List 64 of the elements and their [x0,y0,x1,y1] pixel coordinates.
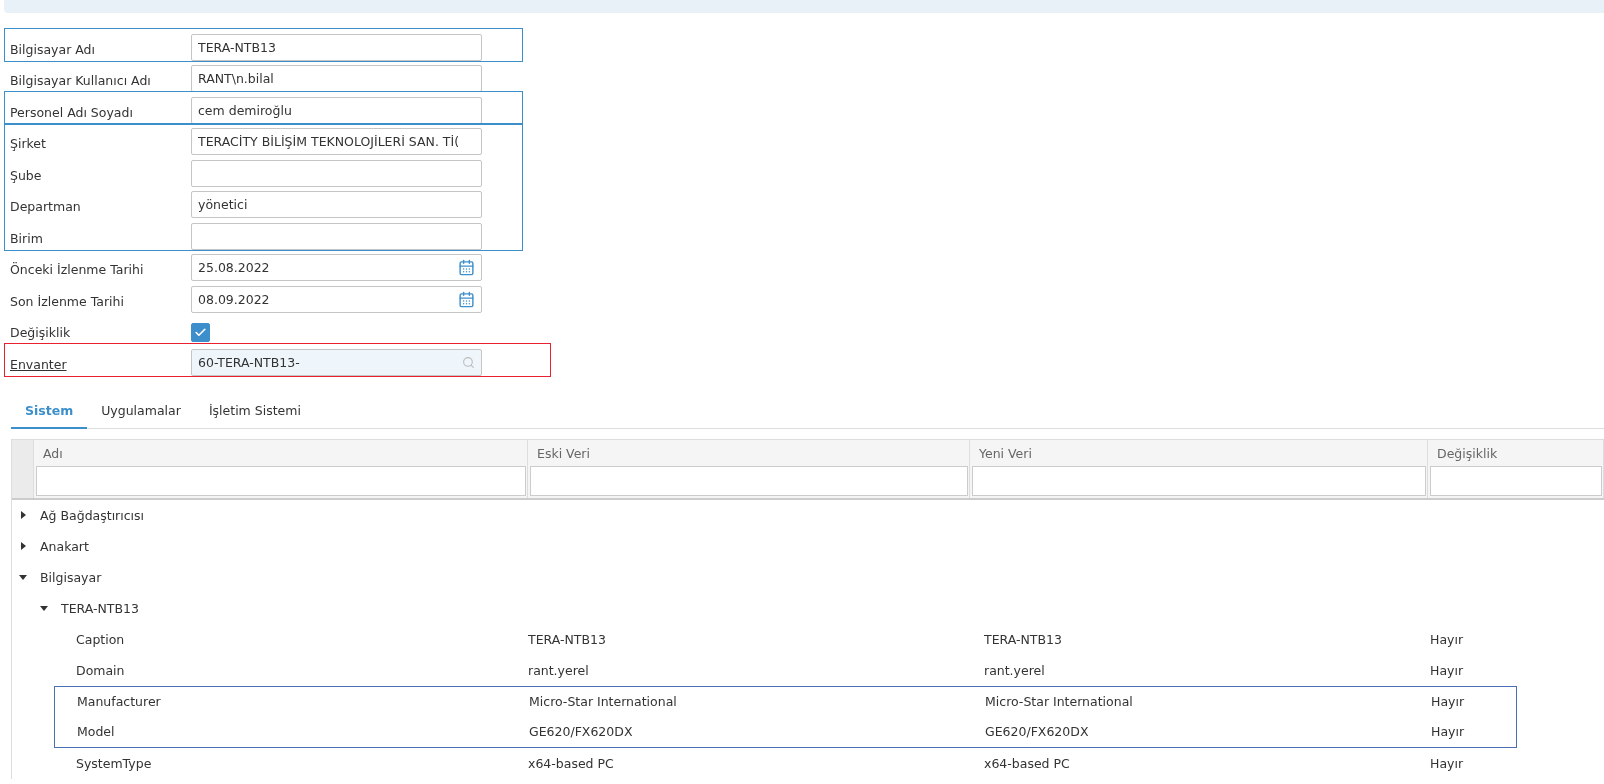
date-field[interactable]: 25.08.2022 [191,254,482,281]
field-label: Önceki İzlenme Tarihi [10,262,145,279]
date-field[interactable]: 08.09.2022 [191,285,482,313]
field-label: Şube [10,167,43,185]
tab[interactable]: Uygulamalar [87,396,195,429]
table-cell-text: TERA-NTB13 [984,631,1063,647]
property-name: Caption [75,631,126,647]
column-header: Adı [42,444,64,463]
table-cell-text: Micro-Star International [985,694,1134,709]
caret-down-icon[interactable] [19,573,27,581]
table-cell-text: rant.yerel [528,662,590,678]
input-field[interactable]: yönetici [191,191,482,218]
table-cell-text: Hayır [1431,694,1466,709]
tab[interactable]: Sistem [11,396,88,429]
tree-node[interactable]: Ağ Bağdaştırıcısı [40,507,145,523]
lookup-field[interactable]: 60-TERA-NTB13- [191,348,482,376]
tree-node[interactable]: TERA-NTB13 [61,600,139,616]
filter-field[interactable] [36,465,526,496]
field-label: Bilgisayar Kullanıcı Adı [10,73,152,90]
table-cell-text: Hayır [1430,662,1465,678]
column-header: Değişiklik [1436,444,1499,463]
field-label: Bilgisayar Adı [10,41,96,59]
tree-node[interactable]: Anakart [40,538,89,554]
table-cell-text: x64-based PC [984,755,1071,771]
field-label: Departman [10,199,82,216]
tab[interactable]: İşletim Sistemi [194,396,315,429]
tree-node[interactable]: Bilgisayar [40,569,102,585]
field-label: Personel Adı Soyadı [10,104,134,122]
property-name: Domain [75,662,126,678]
calendar-icon[interactable] [458,290,475,308]
table-cell-text: GE620/FX620DX [985,724,1090,739]
caret-right-icon[interactable] [19,542,27,550]
field-label: Son İzlenme Tarihi [10,293,125,311]
property-name: SystemType [75,755,153,771]
filter-field[interactable] [972,465,1426,496]
checkbox[interactable] [191,323,210,342]
field-label: Birim [10,230,44,248]
caret-down-icon[interactable] [40,604,48,612]
property-name: Model [76,724,116,739]
calendar-icon[interactable] [458,259,475,276]
input-field[interactable]: TERA-NTB13 [191,33,482,61]
input-field[interactable]: cem demiroğlu [191,96,482,124]
table-cell-text: Hayır [1431,724,1466,739]
input-field[interactable]: TERACİTY BİLİŞİM TEKNOLOJİLERİ SAN. Tİ( [191,128,482,155]
field-label: Şirket [10,136,47,153]
table-cell-text: TERA-NTB13 [528,631,607,647]
field-label: Değişiklik [10,325,72,342]
check-icon [194,326,207,339]
caret-right-icon[interactable] [19,511,27,519]
input-field[interactable] [191,222,482,250]
filter-field[interactable] [530,465,968,496]
input-field[interactable]: RANT\n.bilal [191,65,482,92]
input-field[interactable] [191,159,482,187]
table-cell-text: Hayır [1430,755,1465,771]
table-cell-text: Micro-Star International [529,694,678,709]
field-link[interactable]: Envanter [10,356,191,376]
column-header: Eski Veri [536,444,591,463]
property-name: Manufacturer [76,694,162,709]
table-cell-text: GE620/FX620DX [529,724,634,739]
table-cell-text: rant.yerel [984,662,1046,678]
table-cell-text: x64-based PC [528,755,615,771]
filter-field[interactable] [1430,465,1602,496]
table-cell-text: Hayır [1430,631,1465,647]
column-header: Yeni Veri [978,444,1033,463]
